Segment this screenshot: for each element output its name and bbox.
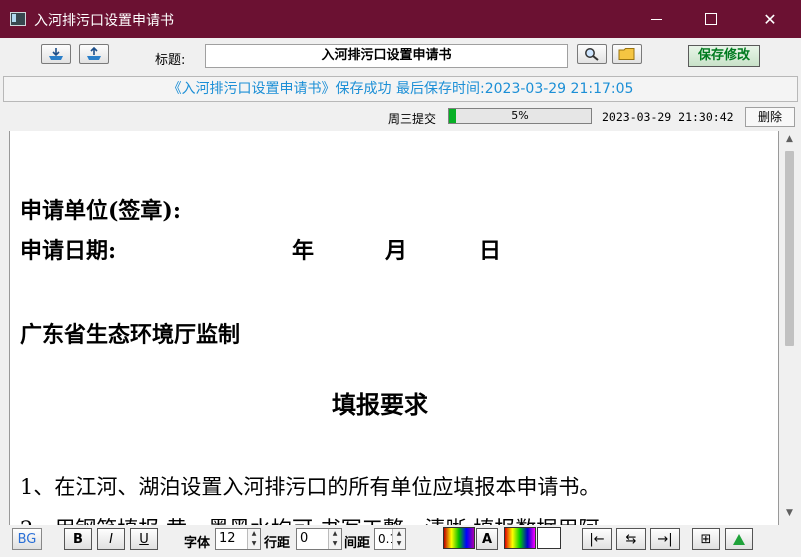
highlight-icon — [733, 534, 745, 545]
maximize-icon — [705, 13, 717, 25]
spinner-arrows-icon[interactable]: ▲ ▼ — [328, 529, 341, 549]
search-button[interactable] — [577, 44, 607, 64]
close-icon: ✕ — [763, 9, 777, 29]
highlight-button[interactable] — [725, 528, 753, 550]
italic-button[interactable]: I — [97, 528, 125, 550]
scroll-thumb[interactable] — [785, 151, 794, 346]
due-label: 周三提交 — [388, 112, 437, 126]
scroll-down-icon[interactable]: ▼ — [781, 505, 798, 522]
window-title: 入河排污口设置申请书 — [34, 13, 174, 29]
vertical-scrollbar[interactable]: ▲ ▼ — [781, 129, 798, 525]
color-gradient-icon[interactable] — [504, 527, 536, 549]
supervisor-text: 广东省生态环境厅监制 — [20, 322, 241, 348]
delete-button[interactable]: 删除 — [745, 107, 795, 127]
open-folder-button[interactable] — [612, 44, 642, 64]
folder-icon — [618, 48, 635, 60]
align-right-icon: →| — [657, 531, 673, 547]
font-size-stepper[interactable]: 12 ▲ ▼ — [215, 528, 261, 550]
app-window-icon — [10, 12, 26, 26]
requirement-item-2: 2、用钢笔填报,黄、墨黑水均可,书写工整、清晰,填报数据用阿 — [20, 513, 599, 525]
align-right-button[interactable]: →| — [650, 528, 680, 550]
date-month: 月 — [385, 238, 408, 264]
font-size-label: 字体 — [184, 536, 211, 551]
title-bar: 入河排污口设置申请书 ✕ — [0, 0, 801, 38]
save-status-message: 《入河排污口设置申请书》保存成功 最后保存时间:2023-03-29 21:17… — [3, 76, 798, 102]
spinner-arrows-icon[interactable]: ▲ ▼ — [247, 529, 260, 549]
spinner-arrows-icon[interactable]: ▲ ▼ — [392, 529, 405, 549]
date-label: 申请日期: — [20, 238, 117, 264]
date-day: 日 — [479, 238, 502, 264]
color-spectrum-icon[interactable] — [443, 527, 475, 549]
title-label: 标题: — [155, 53, 186, 68]
current-timestamp: 2023-03-29 21:30:42 — [602, 110, 734, 124]
align-left-icon: |← — [589, 531, 605, 547]
close-button[interactable]: ✕ — [745, 0, 795, 38]
section-heading: 填报要求 — [332, 390, 428, 419]
maximize-button[interactable] — [686, 0, 736, 38]
import-button[interactable] — [41, 44, 71, 64]
export-icon — [87, 47, 101, 60]
char-spacing-stepper[interactable]: 0.1 ▲ ▼ — [374, 528, 406, 550]
line-spacing-stepper[interactable]: 0 ▲ ▼ — [296, 528, 342, 550]
white-color-swatch[interactable] — [537, 527, 561, 549]
progress-bar: 5% — [448, 108, 592, 124]
align-left-button[interactable]: |← — [582, 528, 612, 550]
date-year: 年 — [292, 238, 315, 264]
save-changes-button[interactable]: 保存修改 — [688, 45, 760, 67]
underline-button[interactable]: U — [130, 528, 158, 550]
export-button[interactable] — [79, 44, 109, 64]
minimize-icon — [650, 18, 662, 20]
import-icon — [49, 48, 63, 60]
document-editor[interactable]: 申请单位(签章): 申请日期: 年 月 日 广东省生态环境厅监制 填报要求 1、… — [9, 131, 779, 525]
search-icon — [585, 48, 599, 61]
line-spacing-label: 行距 — [264, 536, 291, 551]
text-color-button[interactable]: A — [476, 528, 498, 550]
minimize-button[interactable] — [631, 0, 681, 38]
line-spacing-value: 0 — [300, 531, 309, 546]
bold-button[interactable]: B — [64, 528, 92, 550]
indent-button[interactable]: ⇆ — [616, 528, 646, 550]
table-icon: ⊞ — [700, 531, 712, 547]
background-color-button[interactable]: BG — [12, 528, 42, 550]
indent-icon: ⇆ — [625, 531, 637, 547]
table-button[interactable]: ⊞ — [692, 528, 720, 550]
font-size-value: 12 — [219, 531, 236, 546]
task-info-bar: 周三提交 2023-03-29 21:30:42 — [0, 105, 801, 129]
applicant-label: 申请单位(签章): — [20, 198, 181, 224]
requirement-item-1: 1、在江河、湖泊设置入河排污口的所有单位应填报本申请书。 — [20, 475, 601, 499]
scroll-up-icon[interactable]: ▲ — [781, 131, 798, 148]
char-spacing-label: 间距 — [344, 536, 371, 551]
progress-text: 5% — [511, 109, 529, 122]
format-toolbar: BG B I U 字体 12 ▲ ▼ 行距 0 ▲ ▼ 间距 0.1 ▲ ▼ A |←… — [0, 525, 801, 557]
title-input[interactable]: 入河排污口设置申请书 — [205, 44, 568, 68]
